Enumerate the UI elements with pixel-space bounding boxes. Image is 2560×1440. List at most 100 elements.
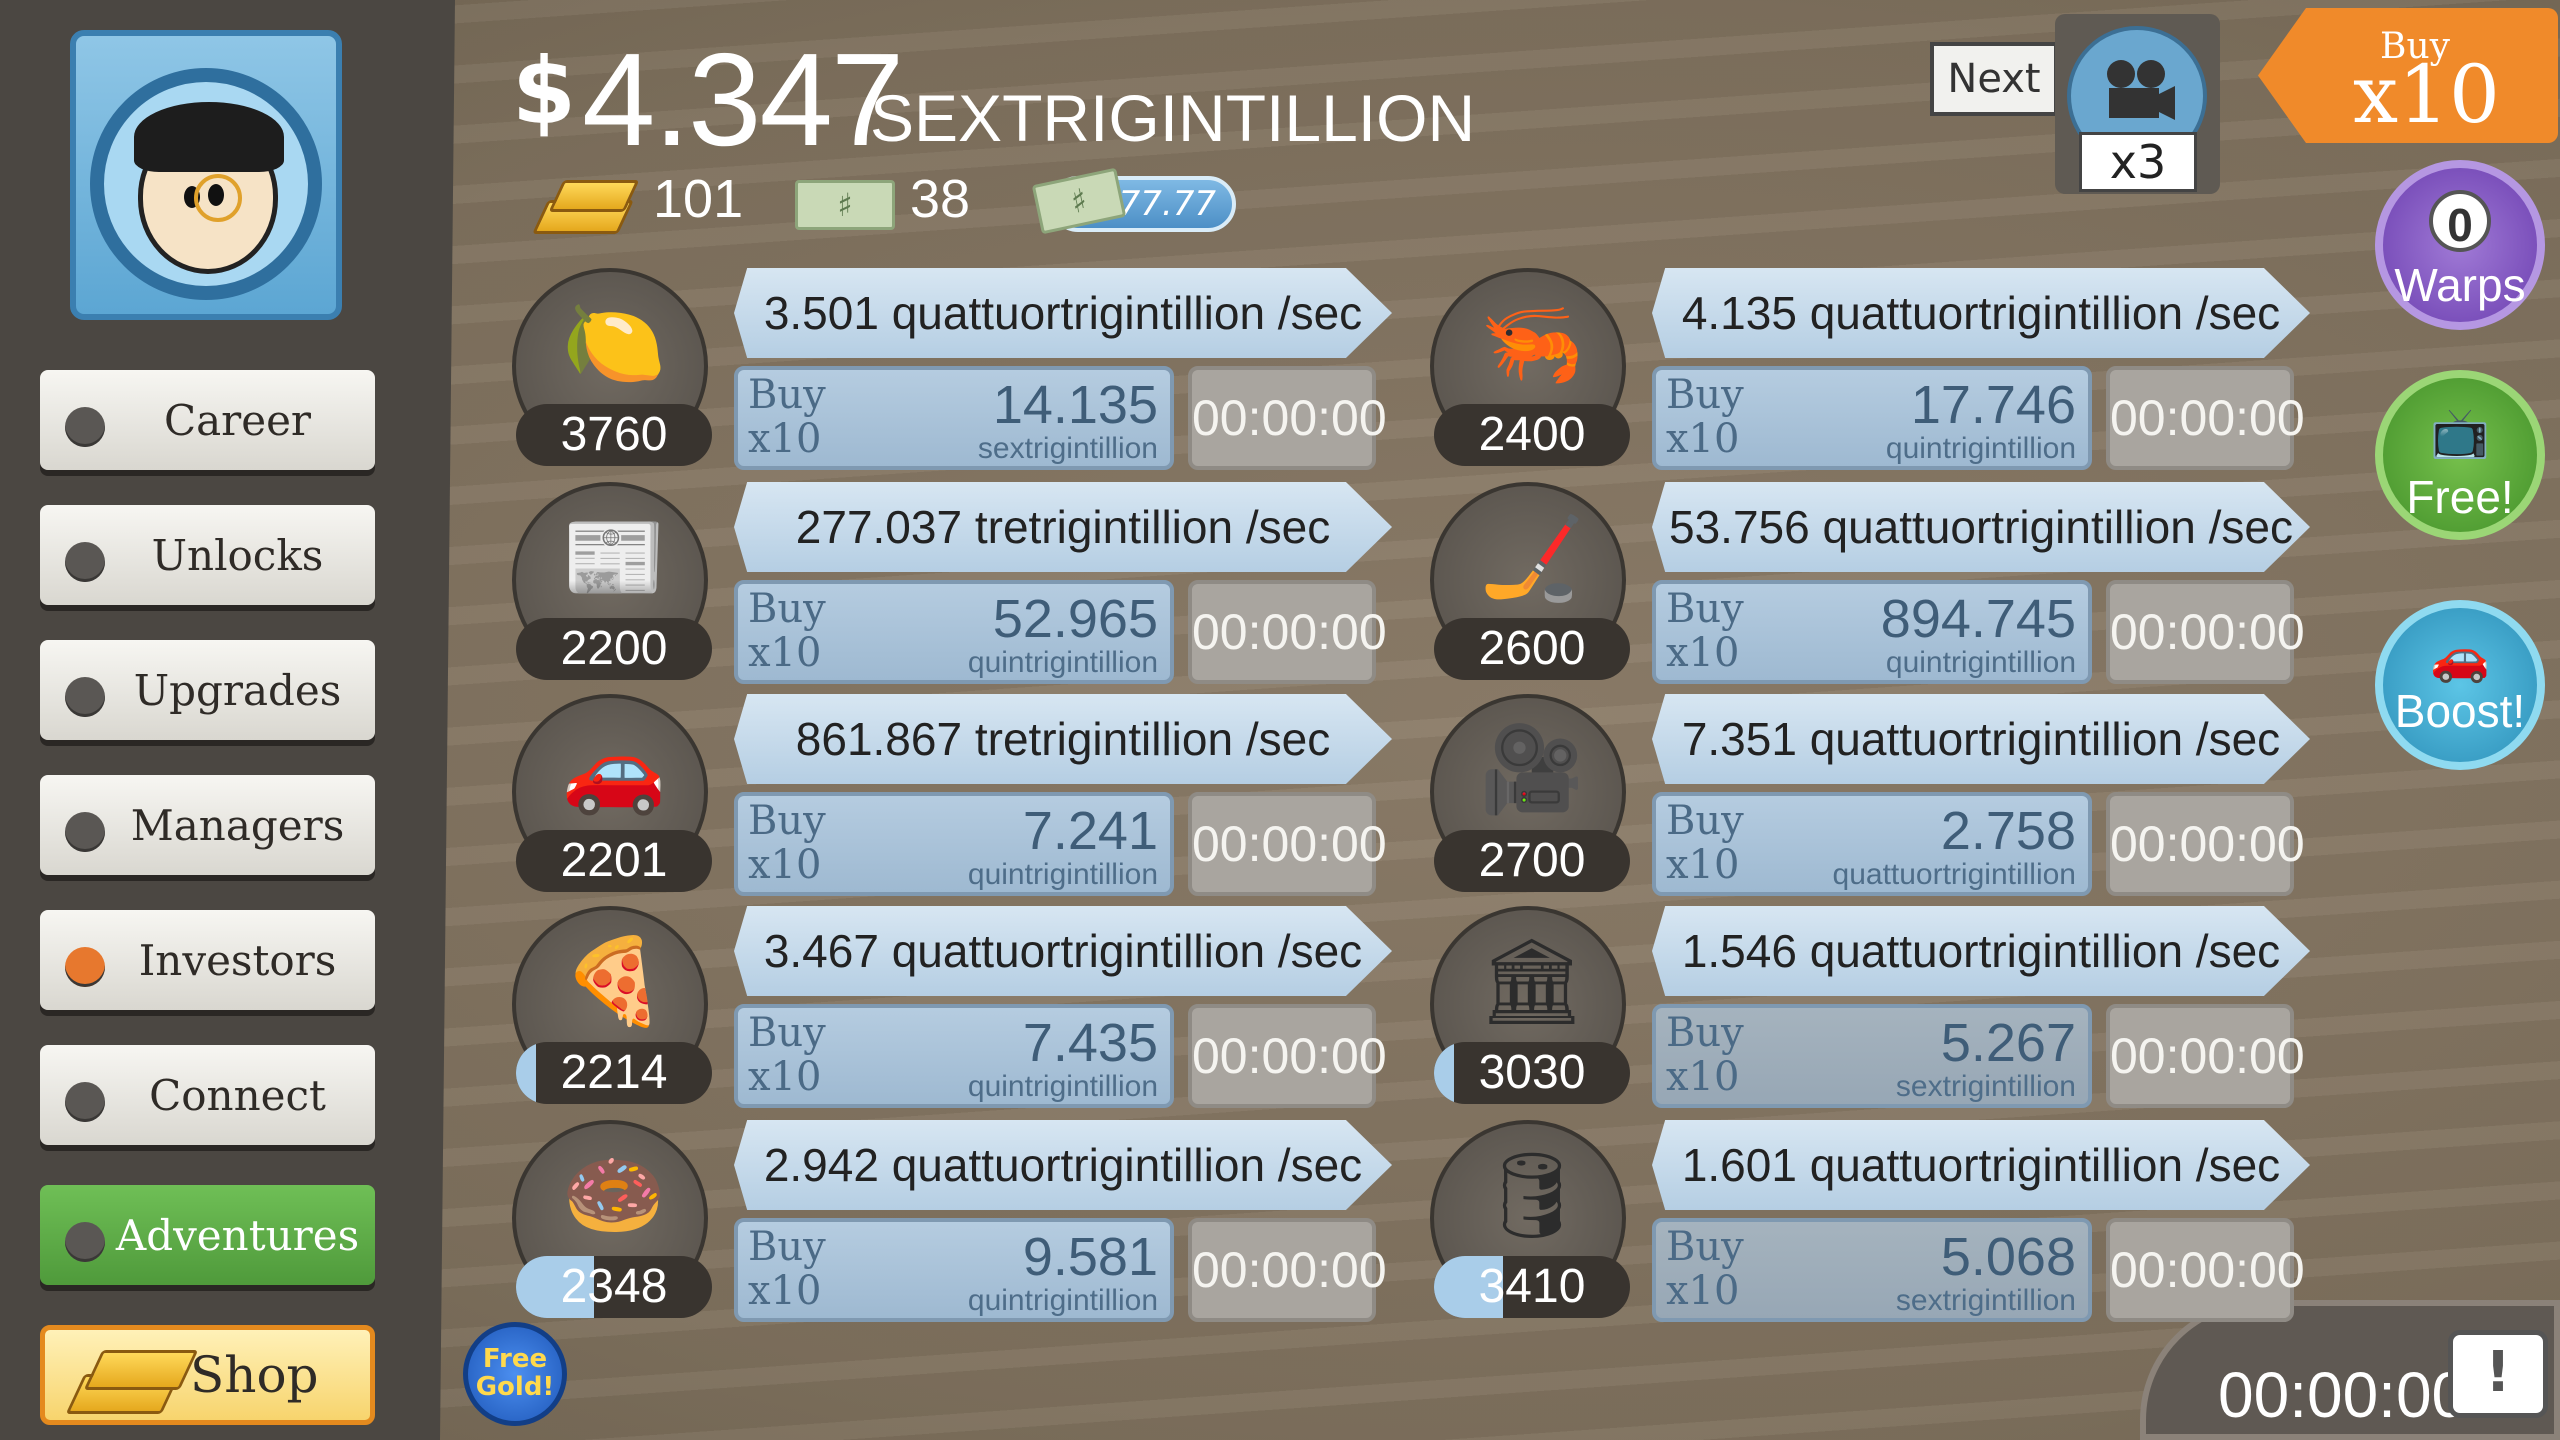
sidebar-item-unlocks[interactable]: Unlocks <box>40 505 375 605</box>
free-button[interactable]: 📺 Free! <box>2375 370 2545 540</box>
sidebar-item-connect[interactable]: Connect <box>40 1045 375 1145</box>
gold-bars-icon <box>83 1350 199 1390</box>
buy-cost-unit: sextrigintillion <box>1895 1284 2076 1317</box>
business-buy-button[interactable]: Buy x10 14.135 sextrigintillion <box>734 366 1174 470</box>
warps-label: Warps <box>2394 259 2526 311</box>
sidebar-item-managers[interactable]: Managers <box>40 775 375 875</box>
business-timer: 00:00:00 <box>2106 366 2305 470</box>
business-rate: 3.501 quattuortrigintillion /sec <box>734 268 1392 358</box>
buy-label: Buy <box>1666 372 1744 418</box>
business-count: 2201 <box>516 830 712 892</box>
gold-count: 101 <box>653 169 744 229</box>
warps-button[interactable]: 0 Warps <box>2375 160 2545 330</box>
business-rate: 277.037 tretrigintillion /sec <box>734 482 1392 572</box>
business-run-button[interactable]: 🎥 2700 <box>1430 694 1630 892</box>
business-timer: 00:00:00 <box>1188 580 1387 684</box>
buy-cost-unit: quintrigintillion <box>967 1070 1158 1103</box>
hair-graphic <box>134 102 284 172</box>
next-button[interactable]: Next <box>1930 42 2058 116</box>
buy-multiplier-label: x10 <box>748 1268 822 1314</box>
business-buy-button[interactable]: Buy x10 894.745 quintrigintillion <box>1652 580 2092 684</box>
status-dot <box>65 1082 105 1122</box>
buy-multiplier-label: x10 <box>1666 416 1740 462</box>
money-unit: SEXTRIGINTILLION <box>870 81 1476 155</box>
buy-cost-unit: sextrigintillion <box>1895 1070 2076 1103</box>
status-dot <box>65 542 105 582</box>
business-run-button[interactable]: 🍕 2214 <box>512 906 712 1104</box>
sidebar-item-label: Managers <box>130 800 345 850</box>
status-dot <box>65 947 105 987</box>
business-buy-button[interactable]: Buy x10 52.965 quintrigintillion <box>734 580 1174 684</box>
avatar[interactable] <box>70 30 342 320</box>
business-run-button[interactable]: 🏛 3030 <box>1430 906 1630 1104</box>
camera-multiplier-box[interactable]: x3 <box>2055 14 2220 194</box>
movie-camera-icon: 🎥 <box>1479 720 1585 818</box>
business-buy-button[interactable]: Buy x10 2.758 quattuortrigintillion <box>1652 792 2092 896</box>
business-run-button[interactable]: 🍋 3760 <box>512 268 712 466</box>
business-row: 🍩 2348 2.942 quattuortrigintillion /sec … <box>512 1120 1412 1322</box>
buy-label: Buy <box>1666 798 1744 844</box>
status-dot <box>65 812 105 852</box>
business-timer: 00:00:00 <box>1188 1004 1387 1108</box>
sidebar-item-upgrades[interactable]: Upgrades <box>40 640 375 740</box>
sidebar-item-label: Investors <box>138 935 337 985</box>
shrimp-icon: 🦐 <box>1479 294 1585 392</box>
business-run-button[interactable]: 📰 2200 <box>512 482 712 680</box>
buy-cost: 2.758 <box>1940 801 2076 861</box>
buy-label: Buy <box>1666 1224 1744 1270</box>
tv-icon: 📺 <box>2430 407 2490 460</box>
business-row: 🛢 3410 1.601 quattuortrigintillion /sec … <box>1430 1120 2330 1322</box>
monocle-graphic <box>194 174 242 222</box>
boost-label: Boost! <box>2394 685 2526 737</box>
business-timer: 00:00:00 <box>2106 1218 2305 1322</box>
sidebar-item-investors[interactable]: Investors <box>40 910 375 1010</box>
business-row: 🚗 2201 861.867 tretrigintillion /sec Buy… <box>512 694 1412 896</box>
buy-cost-unit: quintrigintillion <box>1885 432 2076 465</box>
sidebar-item-career[interactable]: Career <box>40 370 375 470</box>
buy-cost-unit: quintrigintillion <box>967 1284 1158 1317</box>
currency-symbol: $ <box>512 38 577 145</box>
angel-count: 38 <box>910 169 971 229</box>
shop-button[interactable]: Shop <box>40 1325 375 1425</box>
business-run-button[interactable]: 🏒 2600 <box>1430 482 1630 680</box>
business-buy-button[interactable]: Buy x10 17.746 quintrigintillion <box>1652 366 2092 470</box>
business-rate: 1.546 quattuortrigintillion /sec <box>1652 906 2310 996</box>
business-buy-button[interactable]: Buy x10 7.241 quintrigintillion <box>734 792 1174 896</box>
buy-label: Buy <box>1666 586 1744 632</box>
business-rate: 4.135 quattuortrigintillion /sec <box>1652 268 2310 358</box>
buy-cost: 9.581 <box>1022 1227 1158 1287</box>
business-buy-button[interactable]: Buy x10 5.267 sextrigintillion <box>1652 1004 2092 1108</box>
buy-multiplier-label: x10 <box>748 630 822 676</box>
boost-button[interactable]: 🚗 Boost! <box>2375 600 2545 770</box>
business-buy-button[interactable]: Buy x10 9.581 quintrigintillion <box>734 1218 1174 1322</box>
business-run-button[interactable]: 🦐 2400 <box>1430 268 1630 466</box>
buy-cost: 894.745 <box>1880 589 2076 649</box>
business-timer: 00:00:00 <box>1188 792 1387 896</box>
buy-cost: 17.746 <box>1910 375 2076 435</box>
business-rate: 3.467 quattuortrigintillion /sec <box>734 906 1392 996</box>
status-dot <box>65 1222 105 1262</box>
buy-label: Buy <box>748 1224 826 1270</box>
business-count-label: 2348 <box>560 1260 668 1313</box>
business-rate: 1.601 quattuortrigintillion /sec <box>1652 1120 2310 1210</box>
business-run-button[interactable]: 🍩 2348 <box>512 1120 712 1318</box>
business-buy-button[interactable]: Buy x10 7.435 quintrigintillion <box>734 1004 1174 1108</box>
business-count-label: 3030 <box>1478 1046 1586 1099</box>
buy-multiplier-big: x10 <box>2353 48 2500 141</box>
buy-cost-unit: quintrigintillion <box>1885 646 2076 679</box>
sidebar-item-adventures[interactable]: Adventures <box>40 1185 375 1285</box>
business-buy-button[interactable]: Buy x10 5.068 sextrigintillion <box>1652 1218 2092 1322</box>
tv-alert-icon[interactable]: ! <box>2448 1330 2548 1418</box>
oil-rig-icon: 🛢 <box>1478 1146 1586 1244</box>
free-gold-button[interactable]: Free Gold! <box>463 1322 567 1426</box>
buy-label: Buy <box>748 798 826 844</box>
business-rate: 7.351 quattuortrigintillion /sec <box>1652 694 2310 784</box>
business-run-button[interactable]: 🚗 2201 <box>512 694 712 892</box>
business-timer: 00:00:00 <box>1188 1218 1387 1322</box>
bank-icon: 🏛 <box>1478 932 1586 1030</box>
camera-multiplier-label: x3 <box>2079 132 2197 192</box>
buy-multiplier-button[interactable]: Buy x10 <box>2258 8 2558 143</box>
business-run-button[interactable]: 🛢 3410 <box>1430 1120 1630 1318</box>
buy-multiplier-label: x10 <box>1666 1054 1740 1100</box>
business-count-progress <box>516 1042 536 1104</box>
